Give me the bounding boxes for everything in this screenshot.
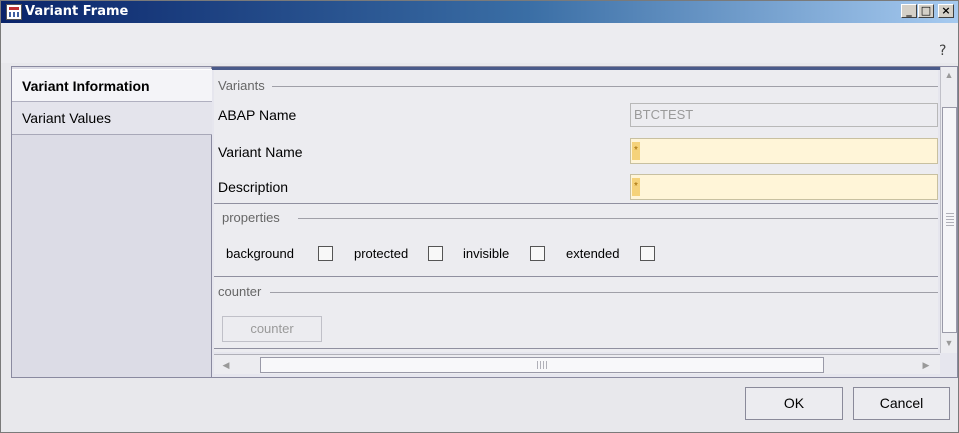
- separator: [214, 348, 938, 349]
- tab-variant-values[interactable]: Variant Values: [12, 102, 212, 135]
- separator: [214, 276, 938, 277]
- protected-checkbox[interactable]: [428, 246, 443, 261]
- description-input[interactable]: *: [630, 174, 938, 200]
- separator: [214, 203, 938, 204]
- scroll-down-arrow-icon[interactable]: ▼: [943, 337, 955, 349]
- counter-group-title: counter: [218, 284, 262, 299]
- maximize-button[interactable]: □: [918, 4, 934, 18]
- properties-group-line: [298, 218, 938, 219]
- tab-variant-information[interactable]: Variant Information: [12, 69, 212, 102]
- variant-name-input[interactable]: *: [630, 138, 938, 164]
- app-icon: [6, 4, 22, 20]
- vertical-scrollbar[interactable]: ▲ ▼: [940, 67, 957, 353]
- horizontal-scroll-thumb[interactable]: [260, 357, 824, 373]
- scroll-left-arrow-icon[interactable]: ◀: [220, 358, 232, 372]
- grip-icon: [946, 212, 954, 226]
- abap-name-field: BTCTEST: [630, 103, 938, 127]
- scroll-right-arrow-icon[interactable]: ▶: [920, 358, 932, 372]
- protected-label: protected: [354, 246, 409, 261]
- vertical-scroll-thumb[interactable]: [942, 107, 957, 333]
- properties-group-title: properties: [222, 210, 280, 225]
- description-label: Description: [218, 179, 289, 195]
- counter-button[interactable]: counter: [222, 316, 322, 342]
- sidebar: Variant Information Variant Values: [12, 67, 212, 377]
- abap-name-label: ABAP Name: [218, 107, 297, 123]
- variants-group-line: [272, 86, 938, 87]
- minimize-button[interactable]: _: [901, 4, 917, 18]
- scroll-up-arrow-icon[interactable]: ▲: [943, 69, 955, 81]
- help-icon[interactable]: ?: [939, 43, 953, 59]
- close-button[interactable]: ×: [938, 4, 954, 18]
- ok-button[interactable]: OK: [745, 387, 843, 420]
- variant-name-label: Variant Name: [218, 144, 303, 160]
- title-bar[interactable]: Variant Frame _ □ ×: [1, 1, 958, 23]
- variant-frame-window: Variant Frame _ □ × ? Variant Informatio…: [0, 0, 959, 433]
- toolbar: ?: [1, 23, 958, 63]
- window-title: Variant Frame: [25, 4, 129, 19]
- content-area: Variants ABAP Name BTCTEST Variant Name …: [214, 70, 938, 352]
- invisible-label: invisible: [463, 246, 510, 261]
- background-label: background: [226, 246, 294, 261]
- horizontal-scrollbar[interactable]: ◀ ▶: [214, 354, 940, 374]
- counter-group-line: [270, 292, 938, 293]
- cancel-button[interactable]: Cancel: [853, 387, 950, 420]
- extended-checkbox[interactable]: [640, 246, 655, 261]
- required-marker: *: [632, 142, 640, 160]
- extended-label: extended: [566, 246, 620, 261]
- background-checkbox[interactable]: [318, 246, 333, 261]
- invisible-checkbox[interactable]: [530, 246, 545, 261]
- main-panel: Variant Information Variant Values Varia…: [11, 66, 958, 378]
- grip-icon: [537, 361, 549, 369]
- required-marker: *: [632, 178, 640, 196]
- variants-group-title: Variants: [218, 78, 265, 93]
